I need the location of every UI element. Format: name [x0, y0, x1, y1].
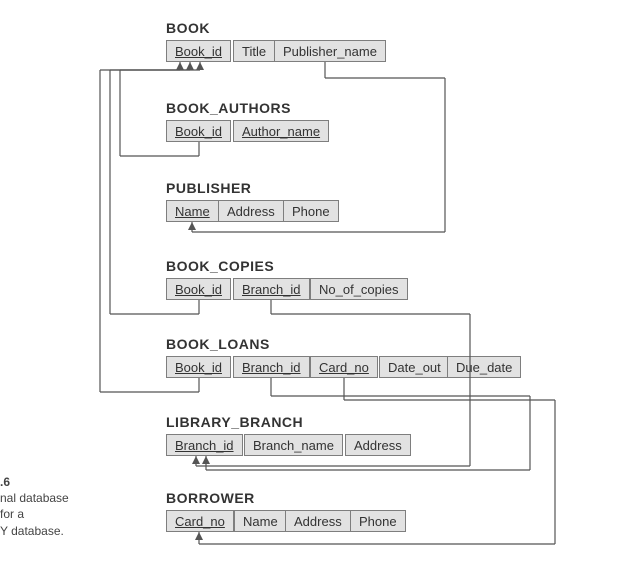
attr-loans-bookid: Book_id — [166, 356, 231, 378]
table-title-branch: LIBRARY_BRANCH — [166, 414, 303, 430]
attr-book-title: Title — [233, 40, 275, 62]
attr-branch-branchid: Branch_id — [166, 434, 243, 456]
attr-publisher-address: Address — [218, 200, 284, 222]
attr-borrower-phone: Phone — [350, 510, 406, 532]
table-title-borrower: BORROWER — [166, 490, 255, 506]
attr-loans-dateout: Date_out — [379, 356, 450, 378]
table-title-authors: BOOK_AUTHORS — [166, 100, 291, 116]
attr-borrower-cardno: Card_no — [166, 510, 234, 532]
attr-loans-branchid: Branch_id — [233, 356, 310, 378]
attr-borrower-name: Name — [234, 510, 287, 532]
table-title-copies: BOOK_COPIES — [166, 258, 274, 274]
table-title-book: BOOK — [166, 20, 210, 36]
table-title-loans: BOOK_LOANS — [166, 336, 270, 352]
attr-book-publisher: Publisher_name — [274, 40, 386, 62]
attr-copies-branchid: Branch_id — [233, 278, 310, 300]
caption-line2: for a — [0, 506, 69, 522]
attr-publisher-name: Name — [166, 200, 219, 222]
attr-authors-name: Author_name — [233, 120, 329, 142]
attr-authors-bookid: Book_id — [166, 120, 231, 142]
attr-branch-name: Branch_name — [244, 434, 343, 456]
caption-line1: nal database — [0, 490, 69, 506]
caption-line3: Y database. — [0, 523, 69, 539]
attr-book-bookid: Book_id — [166, 40, 231, 62]
attr-loans-cardno: Card_no — [310, 356, 378, 378]
attr-copies-bookid: Book_id — [166, 278, 231, 300]
table-title-publisher: PUBLISHER — [166, 180, 251, 196]
attr-copies-no: No_of_copies — [310, 278, 408, 300]
figure-caption: .6 nal database for a Y database. — [0, 474, 69, 539]
attr-loans-duedate: Due_date — [447, 356, 521, 378]
attr-branch-address: Address — [345, 434, 411, 456]
attr-borrower-addr: Address — [285, 510, 351, 532]
attr-publisher-phone: Phone — [283, 200, 339, 222]
caption-number: .6 — [0, 474, 69, 490]
